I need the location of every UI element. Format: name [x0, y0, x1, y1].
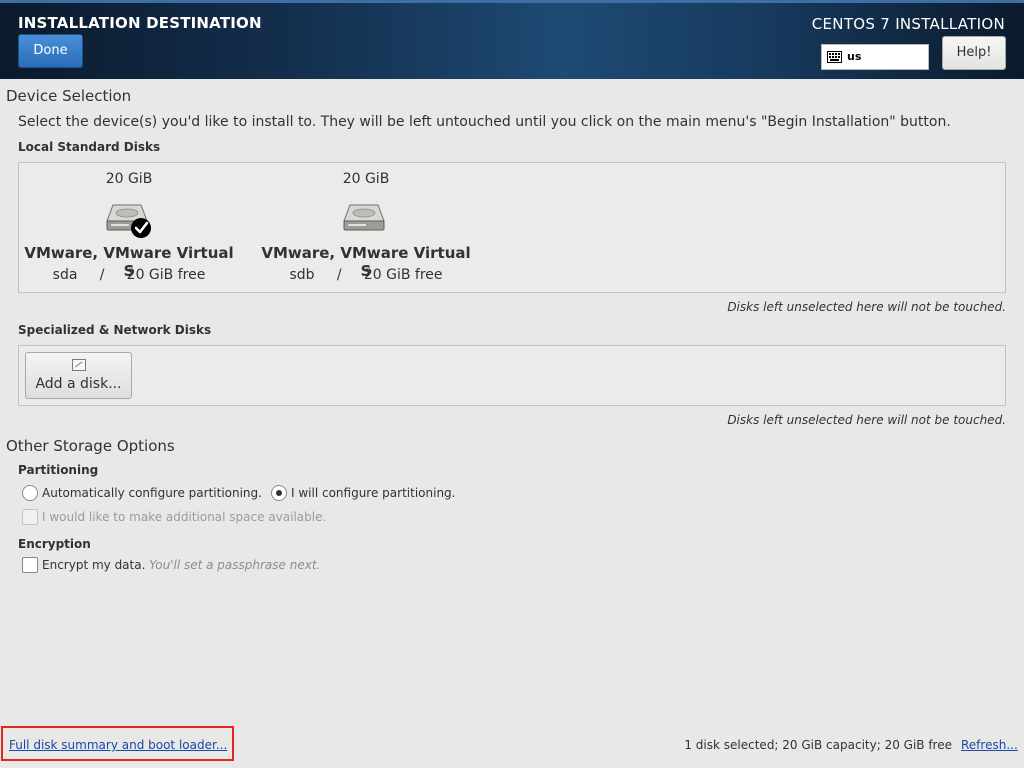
- header-bar: INSTALLATION DESTINATION Done CENTOS 7 I…: [0, 0, 1024, 79]
- disk-sda[interactable]: 20 GiB VMware, VMware Virtual S sda / 20…: [24, 163, 234, 293]
- refresh-link[interactable]: Refresh...: [961, 738, 1018, 752]
- encryption-title: Encryption: [18, 537, 91, 551]
- encrypt-data-row[interactable]: Encrypt my data. You'll set a passphrase…: [42, 558, 320, 572]
- encrypt-data-label: Encrypt my data.: [42, 558, 146, 572]
- specialized-disks-note: Disks left unselected here will not be t…: [727, 413, 1006, 427]
- disk-size: 20 GiB: [105, 171, 153, 187]
- disk-device-free: sda / 20 GiB free: [24, 267, 234, 283]
- disk-device-free: sdb / 20 GiB free: [261, 267, 471, 283]
- disk-size: 20 GiB: [342, 171, 390, 187]
- disk-free-space: 20 GiB free: [363, 267, 443, 283]
- additional-space-label: I would like to make additional space av…: [42, 510, 327, 524]
- keyboard-icon: [827, 51, 842, 63]
- device-selection-title: Device Selection: [6, 87, 132, 105]
- disk-free-space: 20 GiB free: [126, 267, 206, 283]
- done-button[interactable]: Done: [18, 34, 83, 68]
- full-disk-summary-link[interactable]: Full disk summary and boot loader...: [9, 738, 227, 752]
- disk-device: sda: [52, 267, 78, 283]
- manual-partitioning-label[interactable]: I will configure partitioning.: [291, 486, 455, 500]
- keyboard-layout-label: us: [847, 50, 862, 63]
- manual-partitioning-radio[interactable]: [271, 485, 287, 501]
- local-disks-title: Local Standard Disks: [18, 140, 161, 154]
- keyboard-layout-indicator[interactable]: us: [821, 44, 929, 70]
- add-disk-button[interactable]: Add a disk...: [25, 352, 132, 399]
- page-title: INSTALLATION DESTINATION: [18, 14, 262, 32]
- specialized-disks-panel: Add a disk...: [18, 345, 1006, 406]
- hard-disk-icon: [343, 204, 385, 231]
- disk-status-summary: 1 disk selected; 20 GiB capacity; 20 GiB…: [684, 738, 952, 752]
- specialized-disks-title: Specialized & Network Disks: [18, 323, 212, 337]
- disk-separator: /: [99, 267, 105, 283]
- product-title: CENTOS 7 INSTALLATION: [811, 15, 1005, 33]
- auto-partitioning-radio[interactable]: [22, 485, 38, 501]
- other-storage-title: Other Storage Options: [6, 437, 175, 455]
- disk-sdb[interactable]: 20 GiB VMware, VMware Virtual S sdb / 20…: [261, 163, 471, 293]
- device-selection-description: Select the device(s) you'd like to insta…: [18, 114, 951, 130]
- partitioning-title: Partitioning: [18, 463, 99, 477]
- additional-space-checkbox[interactable]: [22, 509, 38, 525]
- disk-device: sdb: [289, 267, 315, 283]
- encrypt-data-hint: You'll set a passphrase next.: [149, 558, 321, 572]
- add-disk-label: Add a disk...: [35, 376, 122, 392]
- disk-separator: /: [336, 267, 342, 283]
- local-disks-panel: 20 GiB VMware, VMware Virtual S sda / 20…: [18, 162, 1006, 293]
- encrypt-data-checkbox[interactable]: [22, 557, 38, 573]
- help-button[interactable]: Help!: [942, 36, 1006, 70]
- auto-partitioning-label[interactable]: Automatically configure partitioning.: [42, 486, 262, 500]
- add-disk-icon: [72, 359, 86, 371]
- hard-disk-icon: [106, 204, 151, 238]
- local-disks-note: Disks left unselected here will not be t…: [727, 300, 1006, 314]
